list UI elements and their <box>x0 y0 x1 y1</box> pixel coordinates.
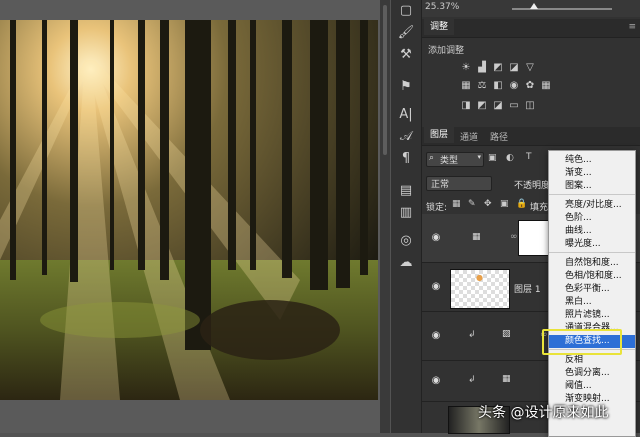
lock-pixels-icon[interactable]: ✎ <box>468 199 476 209</box>
lock-position-icon[interactable]: ✥ <box>484 199 492 209</box>
tab-adjustments[interactable]: 调整 <box>424 19 455 35</box>
photo-filter-icon[interactable]: ◉ <box>508 80 520 92</box>
curves-layer-icon: ▨ <box>502 329 511 339</box>
menu-item[interactable]: 色彩平衡... <box>549 283 635 296</box>
paragraph-icon[interactable]: ¶ <box>395 148 417 168</box>
adjustment-filter-icon[interactable]: ◐ <box>506 153 514 163</box>
menu-item[interactable]: 色调分离... <box>549 367 635 380</box>
menu-item[interactable]: 反相 <box>549 354 635 367</box>
link-icon: ∞ <box>510 232 518 242</box>
menu-separator <box>549 252 635 253</box>
layer-filter-select[interactable]: ⌕ 类型 ▾ <box>426 152 484 167</box>
clone-source-icon[interactable]: ⚑ <box>395 76 417 96</box>
curves-icon[interactable]: ◩ <box>492 62 504 74</box>
zoom-slider[interactable] <box>512 8 612 10</box>
eye-icon[interactable]: ◉ <box>430 232 442 243</box>
invert-icon[interactable]: ◨ <box>460 100 472 112</box>
selective-color-icon[interactable]: ◫ <box>524 100 536 112</box>
adjustment-layer-menu[interactable]: 纯色... 渐变... 图案... 亮度/对比度... 色阶... 曲线... 曝光度...… <box>548 150 636 437</box>
watermark: 头条 @设计原来如此 <box>478 405 609 421</box>
lock-label: 锁定: <box>426 203 448 213</box>
gradient-map-icon[interactable]: ▭ <box>508 100 520 112</box>
notes-icon[interactable]: ▥ <box>395 202 417 222</box>
properties-icon[interactable]: ▤ <box>395 180 417 200</box>
tab-layers[interactable]: 图层 <box>424 127 455 143</box>
menu-item[interactable]: 阈值... <box>549 380 635 393</box>
blend-mode-select[interactable]: 正常 <box>426 176 492 191</box>
eye-icon[interactable]: ◉ <box>430 281 442 292</box>
document-canvas[interactable] <box>0 0 380 433</box>
type-filter-icon[interactable]: T <box>526 152 532 162</box>
navigator-bar: 25.37% <box>422 0 640 17</box>
menu-separator <box>549 194 635 195</box>
forest-photo-svg <box>0 20 378 400</box>
adjustment-icons-row2: ▦ ⚖ ◧ ◉ ✿ ▦ <box>460 80 552 92</box>
opacity-label: 不透明度 <box>514 181 551 191</box>
adjustment-icons-row3: ◨ ◩ ◪ ▭ ◫ <box>460 100 536 112</box>
glyphs-icon[interactable]: 𝒜 <box>395 126 417 146</box>
layer-name[interactable]: 图层 1 <box>514 282 541 295</box>
menu-item[interactable]: 色相/饱和度... <box>549 270 635 283</box>
posterize-icon[interactable]: ◩ <box>476 100 488 112</box>
menu-item[interactable]: 亮度/对比度... <box>549 199 635 212</box>
hue-saturation-icon[interactable]: ▦ <box>460 80 472 92</box>
brush-icon[interactable]: 🖌 <box>395 22 417 42</box>
menu-item[interactable]: 渐变... <box>549 167 635 180</box>
menu-item[interactable]: 自然饱和度... <box>549 257 635 270</box>
panel-icon-strip: ▢ 🖌 ⚒ ⚑ A| 𝒜 ¶ ▤ ▥ ◎ ☁ <box>391 0 422 433</box>
menu-item[interactable]: 图案... <box>549 180 635 193</box>
pixel-filter-icon[interactable]: ▣ <box>488 153 497 163</box>
lock-transparent-icon[interactable]: ▦ <box>452 199 461 209</box>
black-white-icon[interactable]: ◧ <box>492 80 504 92</box>
menu-item[interactable]: 曝光度... <box>549 238 635 251</box>
tab-paths[interactable]: 路径 <box>490 130 508 143</box>
adjustment-layer-icon: ▦ <box>472 232 481 242</box>
clip-arrow-icon: ↲ <box>468 375 476 385</box>
menu-item[interactable]: 曲线... <box>549 225 635 238</box>
menu-item[interactable]: 照片滤镜... <box>549 309 635 322</box>
lookup-layer-icon: ▦ <box>502 374 511 384</box>
menu-item[interactable]: 色阶... <box>549 212 635 225</box>
eye-icon[interactable]: ◉ <box>430 330 442 341</box>
libraries-icon[interactable]: ☁ <box>395 252 417 272</box>
sun-dot-icon: ● <box>476 273 483 282</box>
fill-label: 填充 <box>530 203 549 213</box>
character-icon[interactable]: A| <box>395 104 417 124</box>
exposure-icon[interactable]: ◪ <box>508 62 520 74</box>
tool-presets-icon[interactable]: ⚒ <box>395 44 417 64</box>
blend-mode-value: 正常 <box>431 180 450 190</box>
channel-mixer-icon[interactable]: ✿ <box>524 80 536 92</box>
highlight-box <box>542 329 622 355</box>
clip-arrow-icon: ↲ <box>468 330 476 340</box>
add-adjustment-label: 添加调整 <box>428 46 465 56</box>
zoom-value[interactable]: 25.37% <box>425 2 459 12</box>
forest-photo <box>0 20 378 400</box>
filter-kind-value: 类型 <box>440 156 459 166</box>
history-icon[interactable]: ▢ <box>395 0 417 20</box>
adjustment-icons-row1: ☀ ▟ ◩ ◪ ▽ <box>460 62 536 74</box>
panel-menu-icon[interactable]: ≡ <box>628 22 636 32</box>
search-icon: ⌕ <box>429 153 435 163</box>
scroll-thumb[interactable] <box>383 5 387 155</box>
color-lookup-icon[interactable]: ▦ <box>540 80 552 92</box>
vibrance-icon[interactable]: ▽ <box>524 62 536 74</box>
adjust-3d-icon[interactable]: ◎ <box>395 230 417 250</box>
color-balance-icon[interactable]: ⚖ <box>476 80 488 92</box>
menu-item[interactable]: 黑白... <box>549 296 635 309</box>
layers-tabbar: 图层 通道 路径 <box>422 127 640 146</box>
chevron-down-icon: ▾ <box>477 153 481 161</box>
menu-item[interactable]: 纯色... <box>549 154 635 167</box>
artboard-lock-icon[interactable]: ▣ <box>500 199 509 209</box>
adjustments-tabbar: 调整 ≡ <box>422 19 640 38</box>
zoom-slider-knob[interactable] <box>530 3 538 9</box>
lock-all-icon[interactable]: 🔒 <box>516 199 527 209</box>
tab-channels[interactable]: 通道 <box>460 130 478 143</box>
threshold-icon[interactable]: ◪ <box>492 100 504 112</box>
levels-icon[interactable]: ▟ <box>476 62 488 74</box>
brightness-icon[interactable]: ☀ <box>460 62 472 74</box>
eye-icon[interactable]: ◉ <box>430 375 442 386</box>
